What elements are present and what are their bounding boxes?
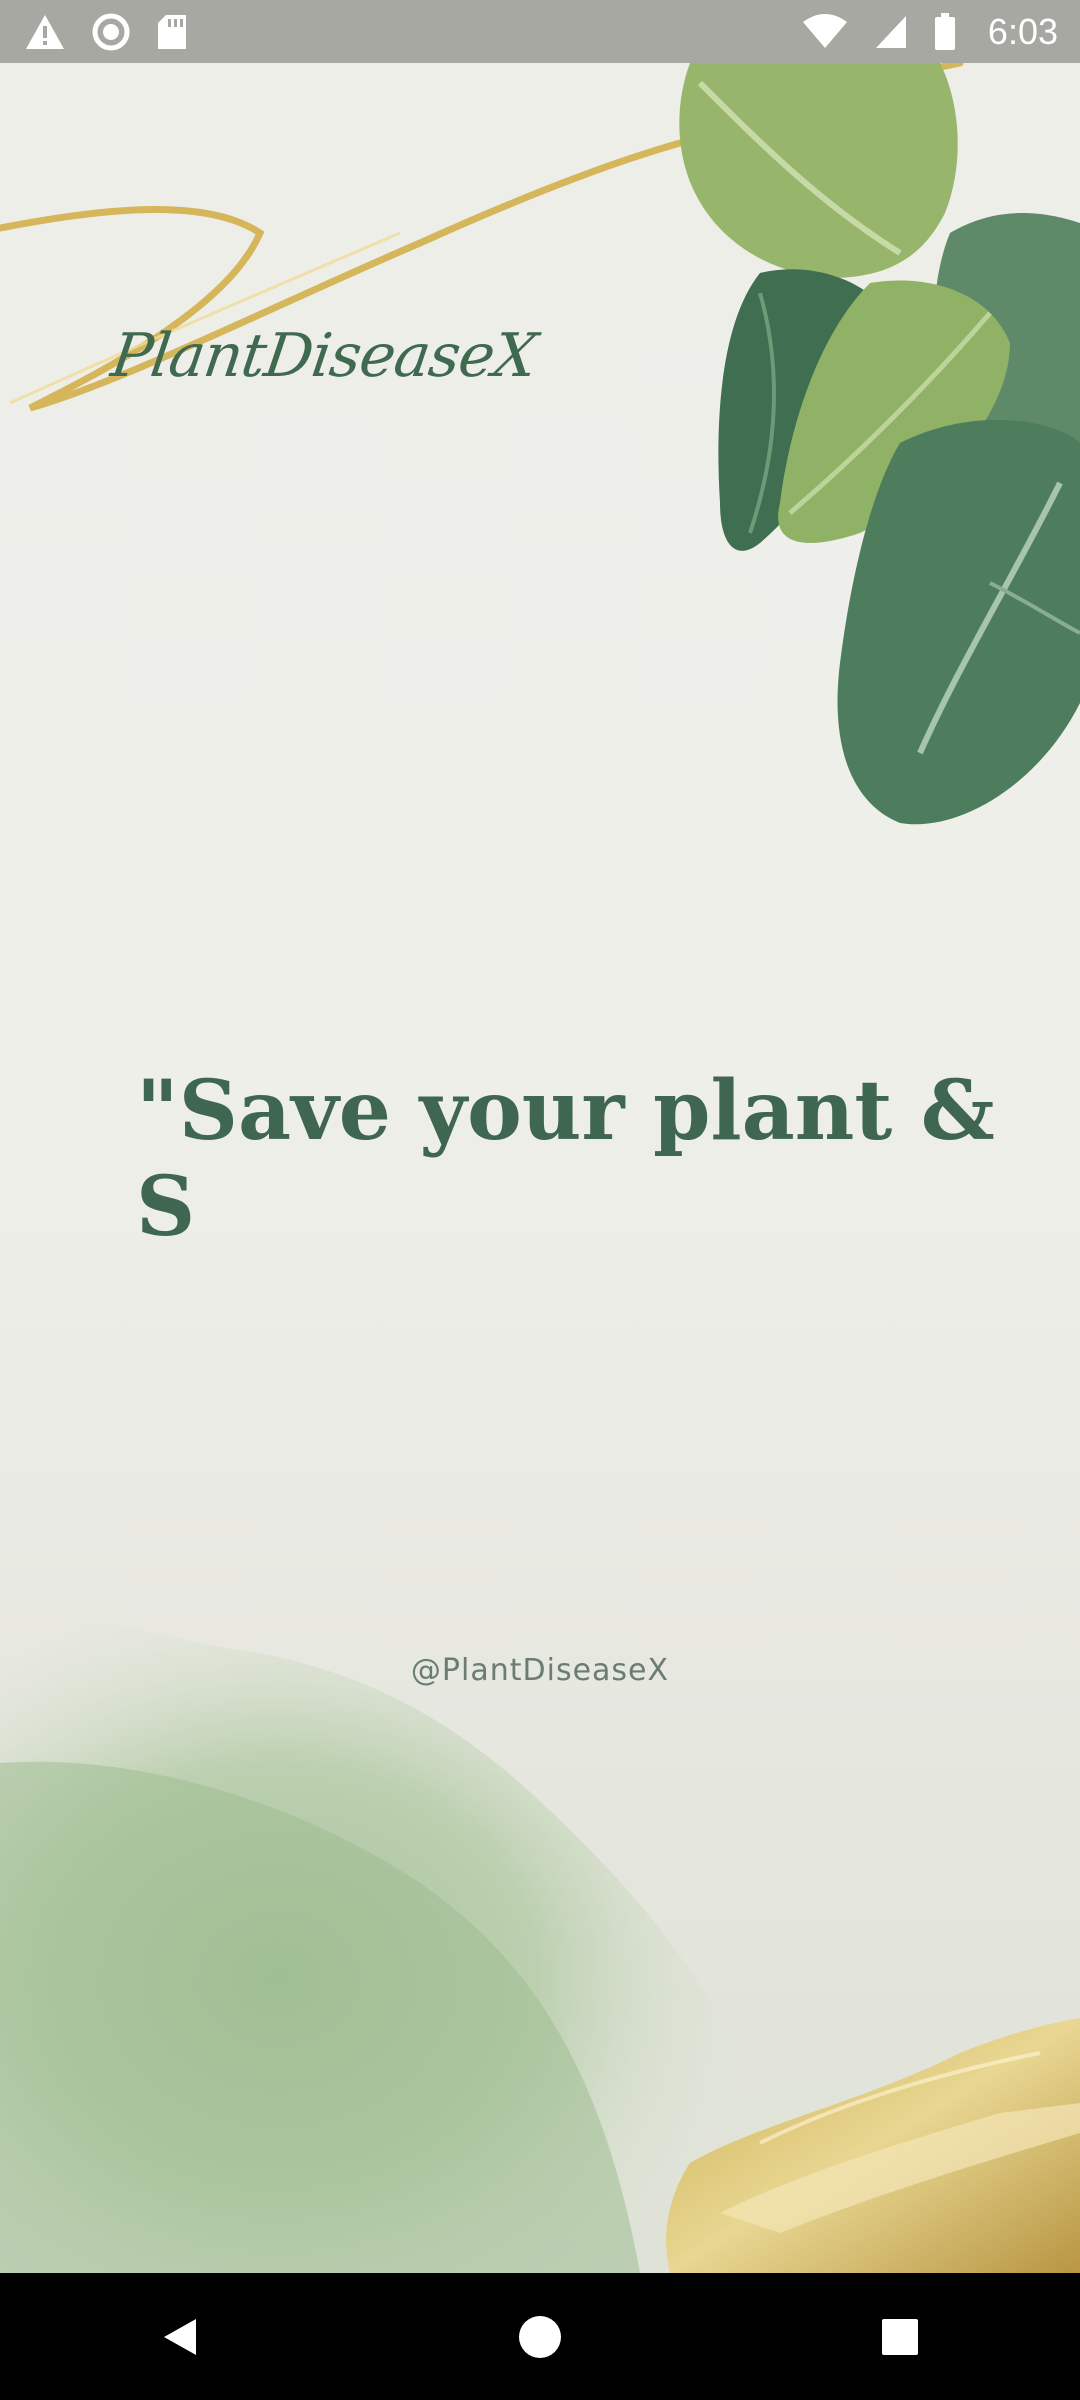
recents-icon — [882, 2318, 918, 2355]
nav-back-button[interactable] — [120, 2277, 240, 2397]
social-handle: @PlantDiseaseX — [410, 1653, 670, 1688]
back-icon — [164, 2318, 196, 2355]
warning-icon — [24, 13, 66, 51]
splash-screen: PlantDiseaseX "Save your plant & S @Plan… — [0, 63, 1080, 2273]
status-bar: 6:03 — [0, 0, 1080, 63]
tagline-text: "Save your plant & S — [136, 1063, 995, 1255]
status-left — [24, 13, 188, 51]
nav-home-button[interactable] — [480, 2277, 600, 2397]
status-time: 6:03 — [987, 10, 1058, 52]
battery-icon — [934, 12, 956, 51]
signal-icon — [874, 14, 908, 50]
app-brand-logo: PlantDiseaseX — [107, 321, 541, 391]
status-right: 6:03 — [802, 11, 1058, 53]
sd-card-icon — [156, 13, 188, 51]
navigation-bar — [0, 2273, 1080, 2400]
record-icon — [92, 13, 130, 51]
wifi-icon — [802, 13, 848, 50]
home-icon — [519, 2315, 561, 2358]
leaves-illustration — [679, 63, 1080, 825]
nav-recents-button[interactable] — [840, 2277, 960, 2397]
